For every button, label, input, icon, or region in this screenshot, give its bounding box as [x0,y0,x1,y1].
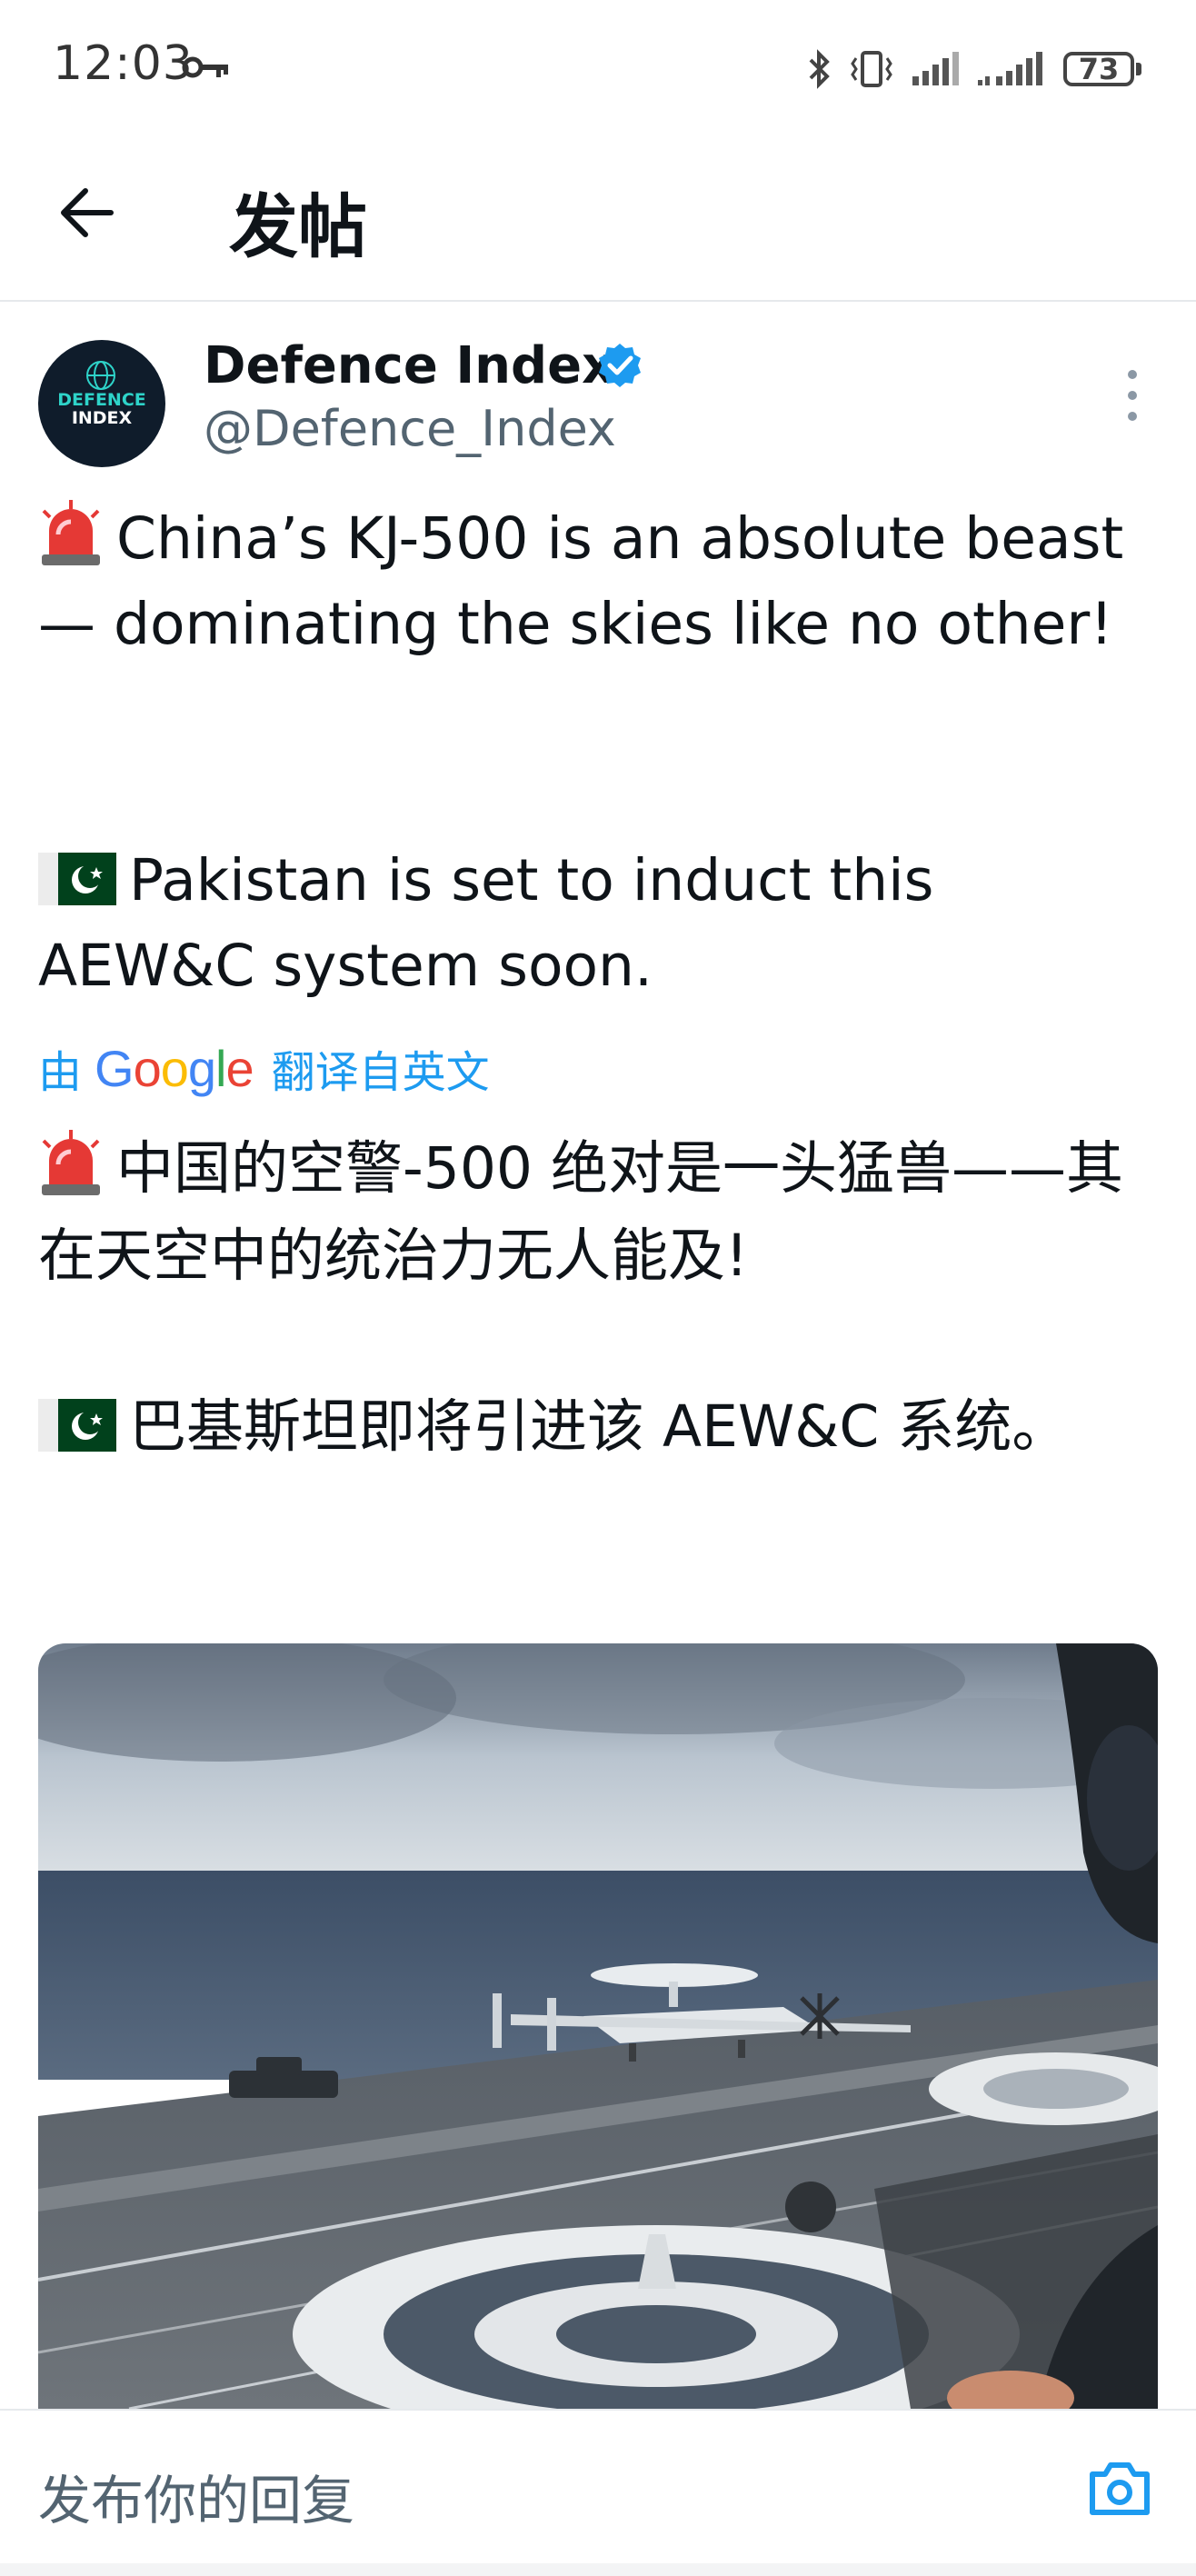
avatar-label: DEFENCE INDEX [38,391,165,427]
signal-icon [978,52,1042,85]
tweet-text-translated-2: 巴基斯坦即将引进该 AEW&C 系统。 [38,1383,1156,1471]
status-time: 12:03 [53,36,194,91]
translation-prefix: 由 [38,1047,83,1098]
battery-level: 73 [1063,52,1134,86]
avatar[interactable]: DEFENCE INDEX [38,340,165,467]
status-bar: 12:03 73 [0,0,1196,136]
top-app-bar: 发帖 [0,136,1196,302]
author-handle[interactable]: @Defence_Index [204,400,616,457]
video-still-image [38,1643,1158,2409]
vibrate-icon [851,51,892,87]
google-logo: Google [95,1039,254,1097]
reply-bar: 发布你的回复 [0,2409,1196,2576]
camera-icon[interactable] [1087,2460,1152,2518]
battery-tip [1136,63,1141,75]
tweet-text-translated: 中国的空警-500 绝对是一头猛兽——其在天空中的统治力无人能及! [38,1125,1156,1300]
avatar-text-line2: INDEX [71,408,133,428]
translation-suffix: 翻译自英文 [271,1047,490,1098]
tweet-line-1: China’s KJ-500 is an absolute beast — do… [38,505,1124,657]
verified-badge-icon [599,344,641,387]
globe-icon [86,361,115,390]
tweet-paragraph: China’s KJ-500 is an absolute beast — do… [38,496,1156,667]
more-options-icon[interactable] [1114,365,1151,425]
bluetooth-icon [809,49,830,89]
siren-emoji-icon [42,1130,100,1195]
tweet-text-original-2: Pakistan is set to induct this AEW&C sys… [38,838,1156,1009]
avatar-text-line1: DEFENCE [57,390,146,410]
translation-attribution[interactable]: 由 Google 翻译自英文 [38,1036,490,1100]
tweet-paragraph: 中国的空警-500 绝对是一头猛兽——其在天空中的统治力无人能及! [38,1125,1156,1300]
pakistan-flag-icon [38,853,116,905]
key-icon [182,56,228,78]
back-arrow-icon[interactable] [55,180,120,245]
siren-emoji-icon [42,500,100,565]
signal-icon [912,52,959,85]
tweet-line-2: Pakistan is set to induct this AEW&C sys… [38,847,934,999]
status-icons: 73 [807,42,1141,96]
author-display-name[interactable]: Defence Index [204,336,614,395]
tweet-text-original: China’s KJ-500 is an absolute beast — do… [38,496,1156,667]
translated-line-1: 中国的空警-500 绝对是一头猛兽——其在天空中的统治力无人能及! [38,1135,1124,1289]
translated-line-2: 巴基斯坦即将引进该 AEW&C 系统。 [129,1393,1070,1460]
tweet-paragraph: 巴基斯坦即将引进该 AEW&C 系统。 [38,1383,1156,1471]
tweet-media-video[interactable] [38,1643,1158,2409]
tweet-paragraph: Pakistan is set to induct this AEW&C sys… [38,838,1156,1009]
battery-indicator: 73 [1063,52,1141,86]
page-title: 发帖 [229,186,367,267]
pakistan-flag-icon [38,1399,116,1452]
reply-input[interactable]: 发布你的回复 [38,2458,354,2534]
